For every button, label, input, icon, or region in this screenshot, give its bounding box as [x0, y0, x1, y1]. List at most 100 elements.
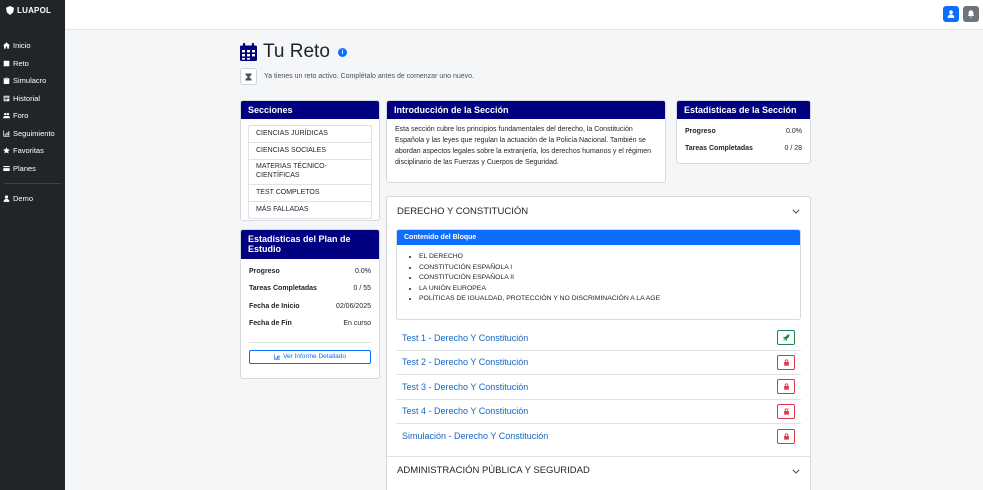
accordion-title: ADMINISTRACIÓN PÚBLICA Y SEGURIDAD [397, 465, 590, 476]
locked-test-button[interactable] [777, 354, 795, 370]
locked-test-button[interactable] [777, 428, 795, 444]
bell-icon [967, 10, 975, 18]
list-item: EL DERECHO [419, 252, 800, 263]
star-icon [3, 147, 10, 154]
stat-label: Progreso [249, 267, 280, 275]
hourglass-icon [240, 68, 257, 85]
plan-stats-list: Progreso 0.0% Tareas Completadas 0 / 55 Fe… [241, 263, 379, 333]
stat-label: Fecha de Inicio [249, 302, 300, 310]
user-icon [3, 195, 10, 203]
intro-title: Introducción de la Sección [387, 101, 665, 120]
sidebar-item-inicio[interactable]: Inicio [0, 37, 65, 55]
user-icon [947, 10, 955, 18]
brand-name: LUAPOL [17, 6, 52, 15]
top-bar [65, 0, 983, 30]
sidebar-item-simulacro[interactable]: Simulacro [0, 72, 65, 90]
notifications-button[interactable] [963, 6, 979, 22]
secciones-list: CIENCIAS JURÍDICAS CIENCIAS SOCIALES MAT… [248, 125, 372, 219]
sidebar-item-label: Reto [13, 58, 29, 68]
section-stats-title: Estadísticas de la Sección [677, 101, 810, 120]
stat-label: Fecha de Fin [249, 320, 292, 328]
stat-value: 0 / 55 [353, 285, 371, 293]
card-icon [3, 165, 10, 171]
accordion-header-derecho[interactable]: DERECHO Y CONSTITUCIÓN [387, 197, 810, 225]
stat-value: 0.0% [786, 127, 802, 135]
accordion-header-administracion[interactable]: ADMINISTRACIÓN PÚBLICA Y SEGURIDAD [387, 456, 810, 484]
brand-logo[interactable]: LUAPOL [0, 0, 65, 21]
stat-row: Progreso 0.0% [241, 263, 379, 281]
stat-label: Progreso [685, 127, 716, 135]
sidebar-item-seguimiento[interactable]: Seguimiento [0, 125, 65, 143]
block-content-list: EL DERECHO CONSTITUCIÓN ESPAÑOLA I CONST… [397, 245, 800, 305]
block-content-box: Contenido del Bloque EL DERECHO CONSTITU… [396, 229, 801, 320]
sidebar-item-label: Simulacro [13, 76, 47, 86]
test-row: Test 4 - Derecho Y Constitución [396, 400, 801, 424]
stat-row: Tareas Completadas 0 / 55 [241, 280, 379, 298]
sidebar-item-foro[interactable]: Foro [0, 107, 65, 125]
sidebar-item-label: Seguimiento [13, 128, 55, 138]
test-link[interactable]: Simulación - Derecho Y Constitución [402, 431, 548, 441]
history-icon [3, 95, 10, 102]
sidebar-item-reto[interactable]: Reto [0, 55, 65, 73]
section-item-ciencias-juridicas[interactable]: CIENCIAS JURÍDICAS [249, 126, 371, 144]
sidebar-item-label: Demo [13, 194, 34, 204]
tests-list: Test 1 - Derecho Y Constitución Test 2 -… [396, 326, 801, 449]
list-item: CONSTITUCIÓN ESPAÑOLA II [419, 273, 800, 284]
sidebar-divider [4, 183, 61, 184]
section-item-mas-falladas[interactable]: MÁS FALLADAS [249, 202, 371, 218]
chevron-down-icon [792, 468, 800, 474]
secciones-title: Secciones [241, 101, 379, 120]
info-icon[interactable]: i [337, 47, 347, 57]
chart-icon [274, 353, 280, 360]
test-row: Test 3 - Derecho Y Constitución [396, 375, 801, 400]
test-link[interactable]: Test 1 - Derecho Y Constitución [402, 333, 528, 343]
lock-icon [783, 408, 789, 415]
stat-value: En curso [343, 320, 371, 328]
stat-label: Tareas Completadas [685, 145, 753, 153]
view-report-button[interactable]: Ver Informe Detallado [249, 349, 371, 364]
locked-test-button[interactable] [777, 403, 795, 419]
lock-icon [783, 359, 789, 366]
lock-icon [783, 433, 789, 440]
sidebar-item-favoritas[interactable]: Favoritas [0, 142, 65, 160]
intro-card: Introducción de la Sección Esta sección … [386, 100, 666, 183]
chevron-up-icon [792, 209, 800, 214]
sidebar-item-label: Favoritas [13, 146, 44, 156]
section-item-ciencias-sociales[interactable]: CIENCIAS SOCIALES [249, 143, 371, 160]
list-item: LA UNIÓN EUROPEA [419, 284, 800, 295]
test-link[interactable]: Test 2 - Derecho Y Constitución [402, 357, 528, 367]
blocks-accordion: DERECHO Y CONSTITUCIÓN Contenido del Blo… [386, 196, 811, 490]
sidebar: LUAPOL Inicio Reto Simulacro Historial F… [0, 0, 65, 490]
sidebar-item-label: Historial [13, 93, 41, 103]
stat-label: Tareas Completadas [249, 285, 317, 293]
home-icon [3, 42, 10, 49]
list-item: CONSTITUCIÓN ESPAÑOLA I [419, 263, 800, 274]
plan-stats-title: Estadísticas del Plan de Estudio [241, 230, 379, 259]
locked-test-button[interactable] [777, 379, 795, 395]
sidebar-item-historial[interactable]: Historial [0, 90, 65, 108]
test-row: Test 2 - Derecho Y Constitución [396, 351, 801, 375]
sidebar-item-label: Planes [13, 163, 36, 173]
section-item-test-completos[interactable]: TEST COMPLETOS [249, 185, 371, 203]
rocket-icon [782, 334, 790, 342]
view-report-label: Ver Informe Detallado [283, 353, 346, 361]
sidebar-nav: Inicio Reto Simulacro Historial Foro Seg… [0, 37, 65, 208]
stat-value: 0.0% [355, 267, 371, 275]
sidebar-item-planes[interactable]: Planes [0, 160, 65, 178]
sidebar-item-label: Foro [13, 111, 29, 121]
intro-text: Esta sección cubre los principios fundam… [395, 126, 652, 166]
test-link[interactable]: Test 4 - Derecho Y Constitución [402, 406, 528, 416]
section-stats-list: Progreso 0.0% Tareas Completadas 0 / 28 [677, 122, 810, 157]
user-menu-button[interactable] [943, 6, 959, 22]
start-test-button[interactable] [777, 330, 795, 346]
shield-icon [6, 6, 14, 15]
plan-stats-card: Estadísticas del Plan de Estudio Progres… [240, 229, 380, 379]
stat-value: 02/06/2025 [335, 302, 371, 310]
accordion-title: DERECHO Y CONSTITUCIÓN [397, 205, 529, 217]
section-item-materias-tecnico[interactable]: MATERIAS TÉCNICO-CIENTÍFICAS [249, 160, 371, 186]
stat-row: Tareas Completadas 0 / 28 [677, 140, 810, 158]
block-content-title: Contenido del Bloque [397, 230, 800, 245]
sidebar-item-demo-user[interactable]: Demo [0, 190, 65, 208]
test-link[interactable]: Test 3 - Derecho Y Constitución [402, 382, 528, 392]
divider [249, 341, 371, 343]
